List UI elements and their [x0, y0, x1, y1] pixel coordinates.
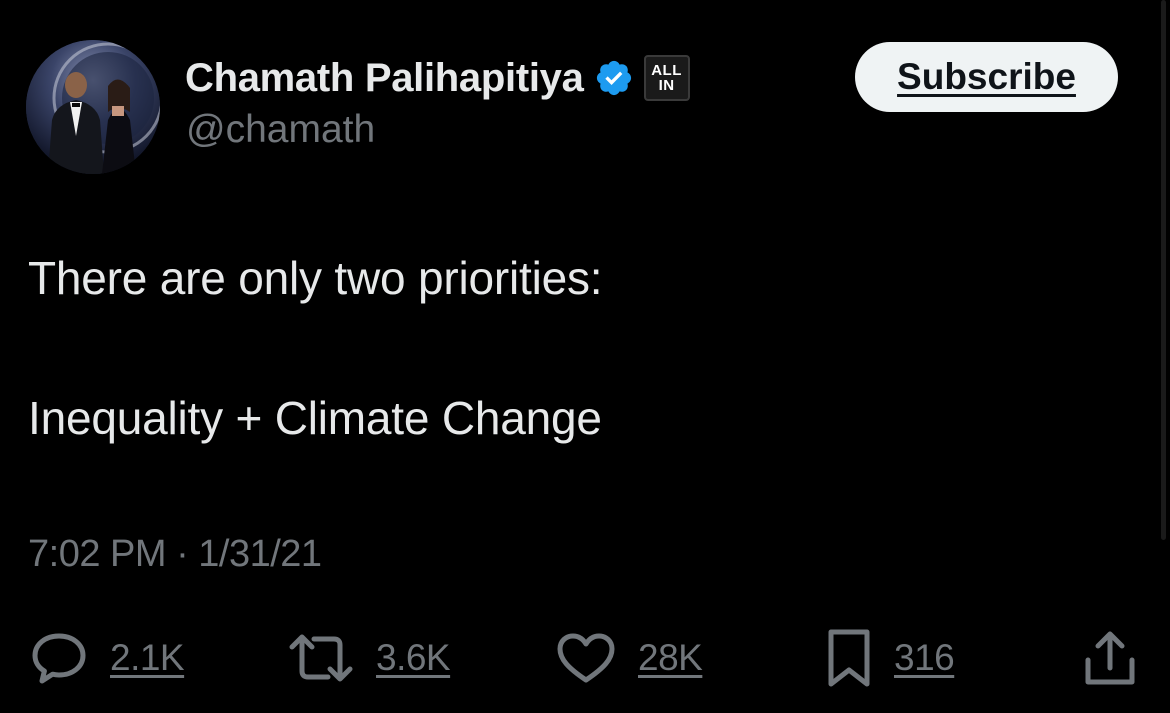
bookmark-icon [828, 629, 870, 687]
author-handle[interactable]: @chamath [186, 108, 375, 152]
share-button[interactable] [1082, 628, 1138, 688]
verified-badge-icon[interactable] [594, 58, 634, 98]
repost-button[interactable]: 3.6K [288, 628, 451, 688]
author-display-name[interactable]: Chamath Palihapitiya [185, 56, 584, 101]
bookmark-count: 316 [894, 637, 955, 678]
repost-count: 3.6K [376, 637, 451, 678]
tweet-timestamp[interactable]: 7:02 PM · 1/31/21 [28, 533, 322, 576]
repost-icon [289, 634, 353, 682]
like-button[interactable]: 28K [556, 628, 703, 688]
like-count: 28K [638, 637, 703, 678]
affiliate-badge-line-1: ALL [651, 62, 682, 79]
tweet-text-line-2: Inequality + Climate Change [28, 392, 602, 444]
reply-button[interactable]: 2.1K [30, 628, 185, 688]
reply-count: 2.1K [110, 637, 185, 678]
bookmark-button[interactable]: 316 [826, 628, 955, 688]
tweet-text-line-1: There are only two priorities: [28, 252, 603, 304]
scrollbar[interactable] [1161, 0, 1166, 540]
affiliate-badge-line-2: IN [658, 77, 675, 94]
subscribe-button[interactable]: Subscribe [855, 42, 1118, 112]
tweet-card: Chamath Palihapitiya ALL IN @chamath Sub… [0, 0, 1170, 713]
author-name-row: Chamath Palihapitiya ALL IN [185, 52, 690, 104]
avatar[interactable] [26, 40, 160, 174]
heart-icon [557, 633, 615, 683]
affiliate-badge-all-in[interactable]: ALL IN [643, 55, 690, 101]
share-icon [1085, 631, 1135, 685]
reply-icon [32, 633, 86, 684]
avatar-image [26, 40, 160, 174]
